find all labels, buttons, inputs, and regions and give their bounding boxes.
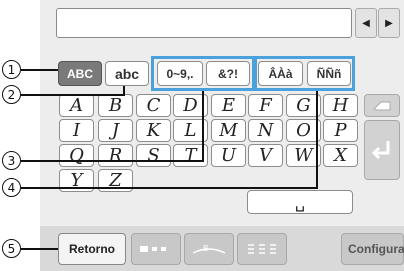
key-s[interactable]: S — [136, 144, 171, 167]
spacing-icon — [140, 246, 166, 252]
cursor-right-button[interactable]: ▶ — [378, 8, 400, 38]
callout-5: 5 — [2, 239, 21, 258]
enter-icon — [371, 141, 390, 160]
callout-3: 3 — [2, 151, 21, 170]
key-a[interactable]: A — [59, 94, 94, 117]
tab-accented-upper[interactable]: ÂÀà — [258, 61, 303, 86]
callout-line-4 — [21, 187, 317, 189]
arc-text-button[interactable]: B — [184, 233, 234, 265]
key-u[interactable]: U — [211, 144, 246, 167]
tab-accented-n[interactable]: ÑÑñ — [307, 61, 351, 86]
svg-text:B: B — [203, 244, 209, 253]
key-x[interactable]: X — [323, 144, 358, 167]
key-c[interactable]: C — [136, 94, 171, 117]
key-i[interactable]: I — [59, 119, 94, 142]
arc-text-icon: B — [192, 244, 226, 254]
callout-line-1 — [21, 69, 58, 71]
text-input-display[interactable] — [56, 8, 352, 38]
tab-lowercase[interactable]: abc — [105, 61, 149, 86]
back-button[interactable]: Retorno — [58, 233, 126, 265]
delete-button[interactable] — [364, 94, 400, 117]
key-q[interactable]: Q — [59, 144, 94, 167]
align-icon — [248, 244, 276, 254]
key-n[interactable]: N — [248, 119, 283, 142]
key-h[interactable]: H — [323, 94, 358, 117]
tab-numbers[interactable]: 0~9,. — [157, 61, 203, 86]
callout-line-3-vertical — [202, 91, 204, 162]
key-k[interactable]: K — [136, 119, 171, 142]
callout-line-4-vertical — [316, 91, 318, 189]
cursor-left-button[interactable]: ◀ — [355, 8, 377, 38]
callout-line-2-vertical — [123, 86, 125, 96]
align-button[interactable] — [237, 233, 287, 265]
key-b[interactable]: B — [98, 94, 133, 117]
arrow-right-icon: ▶ — [385, 17, 393, 29]
configure-button[interactable]: Configurar — [341, 233, 404, 265]
arrow-left-icon: ◀ — [362, 17, 370, 29]
callout-2: 2 — [2, 85, 21, 104]
key-p[interactable]: P — [323, 119, 358, 142]
callout-line-5 — [21, 248, 58, 250]
callout-1: 1 — [2, 60, 21, 79]
key-f[interactable]: F — [248, 94, 283, 117]
callout-line-3 — [21, 160, 203, 162]
key-e[interactable]: E — [211, 94, 246, 117]
key-j[interactable]: J — [98, 119, 133, 142]
callout-4: 4 — [2, 178, 21, 197]
tab-symbols[interactable]: &?! — [206, 61, 250, 86]
key-m[interactable]: M — [211, 119, 246, 142]
eraser-icon — [373, 101, 391, 110]
enter-button[interactable] — [364, 120, 400, 180]
callout-line-2 — [21, 94, 124, 96]
space-key[interactable]: ␣ — [247, 190, 353, 214]
spacing-button[interactable] — [131, 233, 181, 265]
key-r[interactable]: R — [98, 144, 133, 167]
key-v[interactable]: V — [248, 144, 283, 167]
tab-uppercase[interactable]: ABC — [58, 61, 102, 86]
